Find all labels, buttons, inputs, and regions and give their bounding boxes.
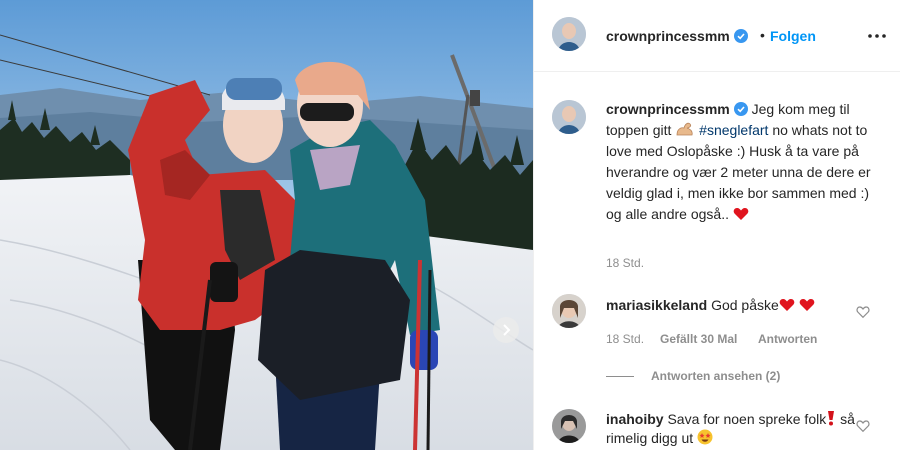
avatar-crownprincessmm [552, 17, 586, 51]
carousel-next-button[interactable] [493, 317, 519, 343]
more-horizontal-icon[interactable] [867, 28, 887, 44]
avatar[interactable] [552, 100, 586, 134]
follow-button[interactable]: Folgen [770, 28, 816, 44]
ski-photo-illustration [0, 0, 533, 450]
heavy-exclamation-mark-icon [828, 411, 835, 426]
comment-username[interactable]: inahoiby [606, 411, 664, 427]
avatar[interactable] [552, 17, 586, 51]
comment-text: God påske [711, 297, 779, 313]
avatar[interactable] [552, 294, 586, 328]
replies-divider-line [606, 376, 634, 377]
comment-mariasikkeland: mariasikkeland God påske [606, 296, 815, 314]
username-text[interactable]: crownprincessmm [606, 28, 730, 44]
red-heart-icon [799, 298, 815, 311]
comment-timestamp[interactable]: 18 Std. [606, 332, 644, 346]
red-heart-icon [733, 207, 749, 220]
avatar[interactable] [552, 409, 586, 443]
verified-badge-icon [733, 102, 748, 116]
post-header: crownprincessmm • Folgen [534, 0, 900, 72]
avatar-crownprincessmm [552, 100, 586, 134]
username-text[interactable]: crownprincessmm [606, 101, 730, 117]
caption-timestamp[interactable]: 18 Std. [606, 256, 644, 270]
post-photo [0, 0, 533, 450]
post-side-panel: crownprincessmm • Folgen crownprincessmm… [533, 0, 900, 450]
star-struck-icon [697, 429, 713, 445]
red-heart-icon [779, 298, 795, 311]
comment-username[interactable]: mariasikkeland [606, 297, 707, 313]
hashtag-link[interactable]: #sneglefart [699, 122, 768, 138]
comment-inahoiby: inahoiby Sava for noen spreke folk så ri… [606, 410, 856, 448]
view-replies-button[interactable]: Antworten ansehen (2) [651, 369, 780, 383]
post-author-username[interactable]: crownprincessmm [606, 28, 748, 44]
comment-text-part-1: Sava for noen spreke folk [667, 411, 827, 427]
chevron-right-icon [503, 324, 511, 336]
avatar-mariasikkeland [552, 294, 586, 328]
separator-dot: • [760, 27, 765, 43]
post-caption: crownprincessmm Jeg kom meg til toppen g… [606, 99, 876, 225]
comment-likes-count[interactable]: Gefällt 30 Mal [660, 332, 737, 346]
flexed-biceps-icon [676, 122, 693, 136]
like-comment-heart-icon[interactable] [856, 305, 870, 319]
reply-button[interactable]: Antworten [758, 332, 817, 346]
avatar-inahoiby [552, 409, 586, 443]
caption-username[interactable]: crownprincessmm [606, 101, 748, 117]
like-comment-heart-icon[interactable] [856, 419, 870, 433]
verified-badge-icon [733, 29, 748, 43]
